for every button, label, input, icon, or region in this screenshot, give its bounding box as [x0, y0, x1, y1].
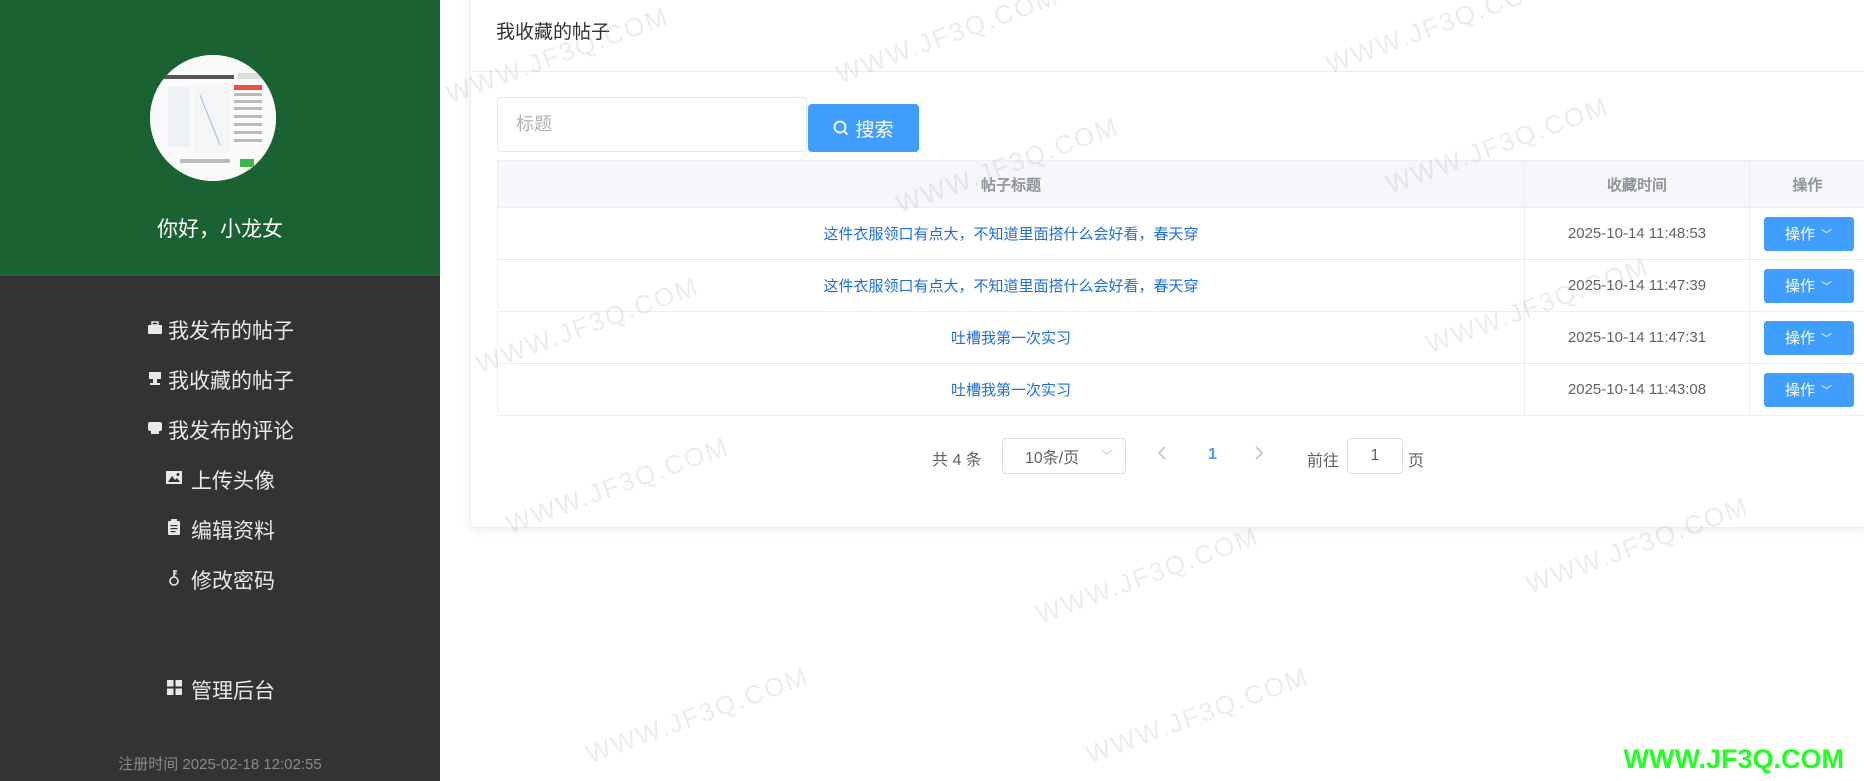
table-row: 这件衣服领口有点大，不知道里面搭什么会好看，春天穿 2025-10-14 11:…: [498, 208, 1864, 260]
avatar[interactable]: [150, 55, 276, 181]
watermark-corner: WWW.JF3Q.COM: [1623, 744, 1844, 774]
search-button[interactable]: 搜索: [808, 104, 919, 152]
chevron-down-icon: ﹀: [1821, 384, 1832, 397]
sidebar-item-label: 我发布的帖子: [168, 320, 294, 343]
goto-label: 前往: [1307, 453, 1340, 470]
watermark: WWW.JF3Q.COM: [1081, 660, 1313, 770]
action-dropdown-button[interactable]: 操作 ﹀: [1763, 216, 1854, 251]
post-title-link[interactable]: 这件衣服领口有点大，不知道里面搭什么会好看，春天穿: [823, 223, 1198, 244]
favorite-time: 2025-10-14 11:47:39: [1567, 277, 1707, 294]
sidebar-item-my-favorites[interactable]: 我收藏的帖子: [0, 362, 440, 398]
clipboard-icon: [165, 519, 183, 541]
watermark: WWW.JF3Q.COM: [1031, 520, 1263, 630]
page-title: 我收藏的帖子: [496, 22, 611, 43]
greeting: 你好，小龙女: [157, 218, 283, 241]
card-header: 我收藏的帖子: [471, 0, 1864, 72]
action-dropdown-button[interactable]: 操作 ﹀: [1763, 320, 1854, 355]
sidebar-item-label: 管理后台: [191, 680, 275, 703]
table-row: 吐槽我第一次实习 2025-10-14 11:47:31 操作 ﹀: [498, 312, 1864, 364]
action-label: 操作: [1784, 278, 1815, 295]
column-header-time: 收藏时间: [1525, 161, 1750, 207]
register-time: 注册时间 2025-02-18 12:02:55: [118, 756, 322, 773]
sidebar-item-admin[interactable]: 管理后台: [0, 672, 440, 708]
action-dropdown-button[interactable]: 操作 ﹀: [1763, 372, 1854, 407]
sidebar: 你好，小龙女 我发布的帖子 我收藏的帖子 我发布的评论 上传头像 编辑资料 修改…: [0, 0, 440, 781]
sidebar-item-label: 编辑资料: [191, 520, 275, 543]
column-header-title: 帖子标题: [498, 161, 1525, 207]
search-input[interactable]: [497, 97, 807, 152]
chevron-down-icon: ﹀: [1821, 228, 1832, 241]
chevron-down-icon: ﹀: [1821, 280, 1832, 293]
action-dropdown-button[interactable]: 操作 ﹀: [1763, 268, 1854, 303]
search-icon: [834, 120, 849, 136]
chevron-right-icon: [1255, 446, 1264, 460]
grid-icon: [165, 680, 183, 700]
post-title-link[interactable]: 吐槽我第一次实习: [951, 327, 1071, 348]
page-size-value: 10条/页: [1025, 450, 1080, 467]
pagination-total: 共 4 条: [932, 452, 982, 469]
favorites-table: 帖子标题 收藏时间 操作 这件衣服领口有点大，不知道里面搭什么会好看，春天穿 2…: [497, 160, 1864, 416]
stamp-icon: [146, 370, 164, 391]
goto-page-input[interactable]: [1347, 438, 1403, 474]
post-title-link[interactable]: 这件衣服领口有点大，不知道里面搭什么会好看，春天穿: [823, 275, 1198, 296]
table-header: 帖子标题 收藏时间 操作: [498, 161, 1864, 208]
briefcase-icon: [146, 320, 164, 340]
action-label: 操作: [1784, 330, 1815, 347]
post-title-link[interactable]: 吐槽我第一次实习: [951, 379, 1071, 400]
profile-panel: 你好，小龙女: [0, 0, 440, 276]
chevron-left-icon: [1157, 446, 1166, 460]
favorite-time: 2025-10-14 11:48:53: [1567, 225, 1707, 242]
favorite-time: 2025-10-14 11:43:08: [1567, 381, 1707, 398]
prev-page-button[interactable]: [1157, 444, 1167, 465]
goto-suffix: 页: [1408, 453, 1425, 470]
page-size-select[interactable]: 10条/页 ﹀: [1002, 438, 1126, 474]
avatar-image: [150, 55, 276, 181]
page-number-current[interactable]: 1: [1208, 446, 1217, 464]
table-row: 吐槽我第一次实习 2025-10-14 11:43:08 操作 ﹀: [498, 364, 1864, 416]
sidebar-item-label: 修改密码: [191, 570, 275, 593]
next-page-button[interactable]: [1254, 444, 1264, 465]
sidebar-item-change-password[interactable]: 修改密码: [0, 562, 440, 598]
table-row: 这件衣服领口有点大，不知道里面搭什么会好看，春天穿 2025-10-14 11:…: [498, 260, 1864, 312]
sidebar-item-my-posts[interactable]: 我发布的帖子: [0, 312, 440, 348]
chevron-down-icon: ﹀: [1821, 332, 1832, 345]
sidebar-item-label: 我收藏的帖子: [168, 370, 294, 393]
sidebar-item-edit-profile[interactable]: 编辑资料: [0, 512, 440, 548]
search-button-label: 搜索: [855, 119, 894, 141]
column-header-action: 操作: [1792, 176, 1823, 194]
action-label: 操作: [1784, 226, 1815, 243]
pagination: 共 4 条 10条/页 ﹀ 1 前往 页: [0, 438, 1864, 474]
key-icon: [165, 569, 183, 592]
chevron-down-icon: ﹀: [1100, 449, 1113, 463]
favorite-time: 2025-10-14 11:47:31: [1567, 329, 1707, 346]
watermark: WWW.JF3Q.COM: [581, 660, 813, 770]
action-label: 操作: [1784, 382, 1815, 399]
